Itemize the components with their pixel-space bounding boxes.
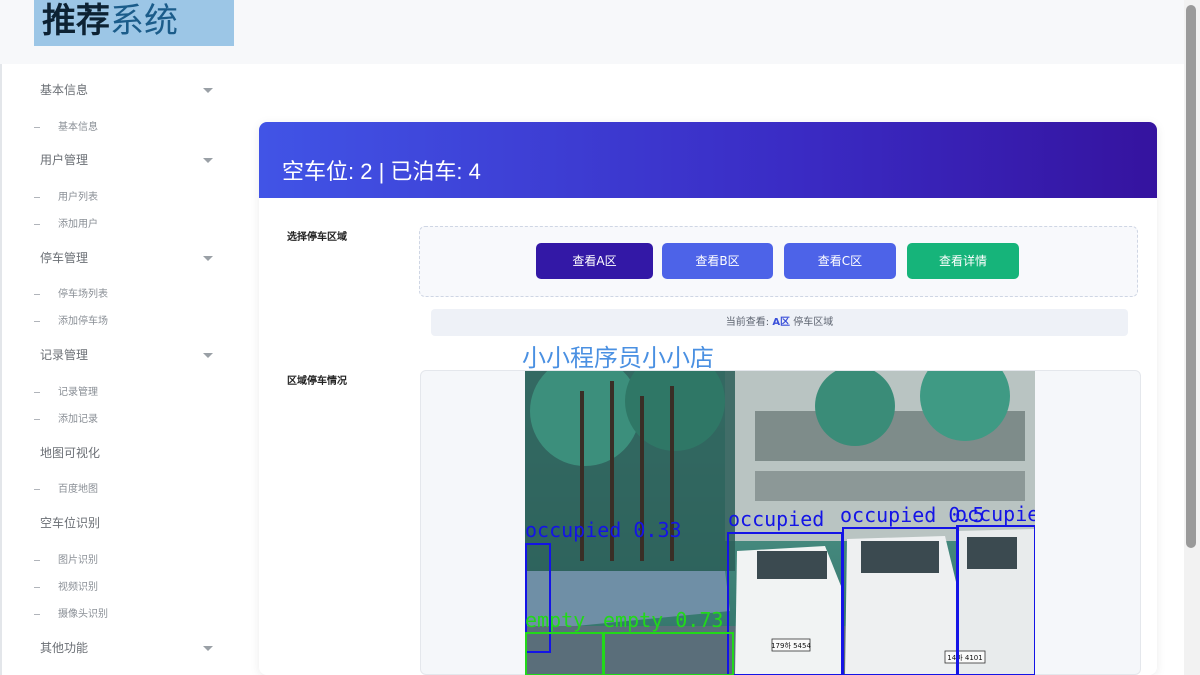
car-2 <box>845 536 957 675</box>
chevron-down-icon[interactable] <box>203 256 213 261</box>
parking-detection-image: 179하 5454 14마 4101 occupied 0.33 occupie… <box>525 371 1035 675</box>
card-header: 空车位: 2 | 已泊车: 4 <box>259 122 1157 198</box>
detection-label: occupied <box>728 507 824 531</box>
sidebar-item-add-user[interactable]: 添加用户 <box>34 215 98 230</box>
sidebar-group-basic-info[interactable]: 基本信息 <box>40 81 88 98</box>
sidebar-item-camera-recognition[interactable]: 摄像头识别 <box>34 605 108 620</box>
logo-text-part1: 推荐 <box>42 1 110 41</box>
plate-2: 14마 4101 <box>947 653 982 662</box>
area-button-group <box>419 226 1138 297</box>
current-area-indicator: 当前查看: A区 停车区域 <box>431 309 1128 336</box>
chevron-down-icon[interactable] <box>203 158 213 163</box>
page-scrollbar[interactable] <box>1184 0 1200 675</box>
plate-1: 179하 5454 <box>771 641 811 650</box>
detection-scene: 179하 5454 14마 4101 occupied 0.33 occupie… <box>525 371 1035 675</box>
sidebar-item-image-recognition[interactable]: 图片识别 <box>34 551 98 566</box>
detection-label: occupied <box>955 502 1035 526</box>
sidebar-item-record-management[interactable]: 记录管理 <box>34 383 98 398</box>
current-area-value: A区 <box>772 317 791 328</box>
chevron-down-icon[interactable] <box>203 88 213 93</box>
scrollbar-thumb[interactable] <box>1186 5 1196 548</box>
detection-label: occupied 0.33 <box>525 518 682 542</box>
sidebar-group-record-management[interactable]: 记录管理 <box>40 346 88 363</box>
chevron-down-icon[interactable] <box>203 646 213 651</box>
sidebar-item-add-record[interactable]: 添加记录 <box>34 410 98 425</box>
detection-label: empty <box>525 608 585 632</box>
current-area-prefix: 当前查看: <box>725 317 770 328</box>
detection-label: empty 0.73 <box>603 608 723 632</box>
sidebar-group-parking-management[interactable]: 停车管理 <box>40 249 88 266</box>
sidebar-group-other-functions[interactable]: 其他功能 <box>40 639 88 656</box>
sidebar-group-space-recognition[interactable]: 空车位识别 <box>40 514 100 531</box>
select-area-label: 选择停车区域 <box>287 232 347 243</box>
logo-text-part2: 系统 <box>110 1 178 41</box>
sidebar-group-user-management[interactable]: 用户管理 <box>40 151 88 168</box>
sidebar-item-parking-list[interactable]: 停车场列表 <box>34 285 108 300</box>
sidebar-item-add-parking[interactable]: 添加停车场 <box>34 312 108 327</box>
sidebar-item-video-recognition[interactable]: 视频识别 <box>34 578 98 593</box>
view-area-b-button[interactable]: 查看B区 <box>662 243 773 279</box>
sidebar-item-basic-info[interactable]: 基本信息 <box>34 118 98 133</box>
view-area-c-button[interactable]: 查看C区 <box>784 243 896 279</box>
car-1 <box>735 546 843 675</box>
top-bar: 推荐系统 <box>0 0 1184 64</box>
view-details-button[interactable]: 查看详情 <box>907 243 1019 279</box>
sidebar-group-map-visualization[interactable]: 地图可视化 <box>40 444 100 461</box>
chevron-down-icon[interactable] <box>203 353 213 358</box>
sidebar-item-baidu-map[interactable]: 百度地图 <box>34 480 98 495</box>
current-area-suffix: 停车区域 <box>793 317 834 328</box>
watermark-text: 小小程序员小小店 <box>522 344 714 372</box>
area-status-label: 区域停车情况 <box>287 376 347 387</box>
sidebar-item-user-list[interactable]: 用户列表 <box>34 188 98 203</box>
app-logo: 推荐系统 <box>34 0 234 46</box>
parking-summary-title: 空车位: 2 | 已泊车: 4 <box>282 159 481 184</box>
view-area-a-button[interactable]: 查看A区 <box>536 243 653 279</box>
